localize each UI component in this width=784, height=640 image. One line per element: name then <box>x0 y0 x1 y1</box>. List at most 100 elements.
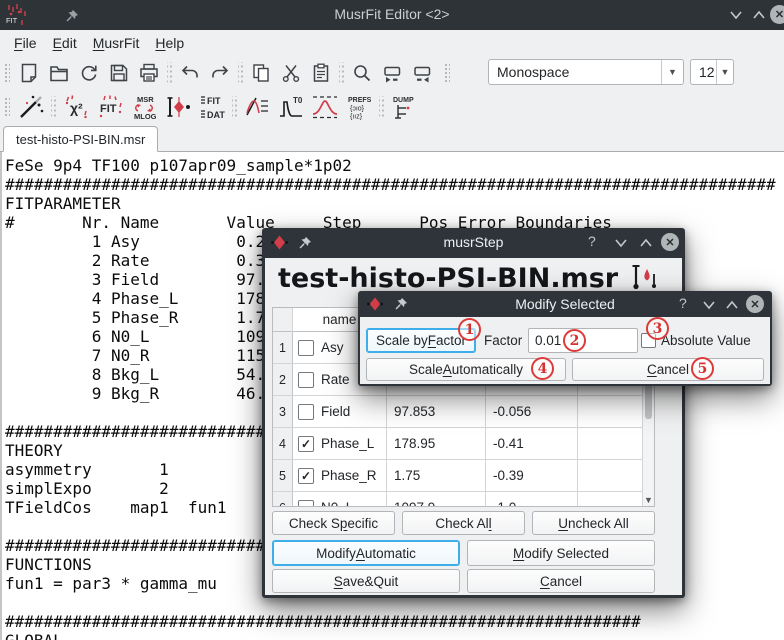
musr-dump-button[interactable]: DUMP <box>387 92 421 122</box>
maximize-window-icon[interactable] <box>639 237 653 249</box>
musr-step-icon <box>164 93 192 121</box>
shade-window-icon[interactable] <box>614 237 628 249</box>
menu-edit[interactable]: Edit <box>45 32 85 54</box>
musr-wizard-button[interactable] <box>14 92 48 122</box>
fourier-peak-icon <box>311 93 339 121</box>
row-checkbox[interactable]: ✓ <box>298 468 314 484</box>
table-row[interactable]: 6 N0_L 1097.9 -1.0 <box>273 492 643 507</box>
toolbar-separator <box>167 62 172 84</box>
factor-label: Factor <box>484 328 522 353</box>
font-size-select[interactable]: 12 ▼ <box>690 59 734 85</box>
save-file-button[interactable] <box>104 58 134 88</box>
paste-icon <box>310 62 332 84</box>
svg-text:χ²: χ² <box>70 100 83 116</box>
find-button[interactable] <box>347 58 377 88</box>
chevron-down-icon: ▼ <box>716 60 733 84</box>
modify-automatic-button[interactable]: Modify Automatic <box>272 540 460 566</box>
help-icon[interactable]: ? <box>679 295 687 311</box>
find-previous-button[interactable] <box>407 58 437 88</box>
open-file-button[interactable] <box>44 58 74 88</box>
calc-chisq-button[interactable]: χ² <box>59 92 93 122</box>
search-icon <box>351 62 373 84</box>
close-dialog-icon[interactable]: ✕ <box>661 233 679 251</box>
toolbar-drag-handle[interactable] <box>443 62 450 84</box>
tabbar: test-histo-PSI-BIN.msr <box>0 124 784 152</box>
open-folder-icon <box>48 62 70 84</box>
param-name: Phase_R <box>321 468 377 483</box>
annotation-badge-4: 4 <box>531 357 554 380</box>
shade-window-icon[interactable] <box>729 9 743 21</box>
svg-text:FIT: FIT <box>207 96 221 106</box>
menu-file[interactable]: File <box>6 32 45 54</box>
window-title: MusrFit Editor <2> <box>0 6 784 22</box>
row-checkbox[interactable] <box>298 340 314 356</box>
tab-msr-file[interactable]: test-histo-PSI-BIN.msr <box>3 126 158 152</box>
msr2dat-button[interactable]: FIT DAT <box>195 92 229 122</box>
step-cancel-button[interactable]: Cancel <box>467 569 655 593</box>
menu-help[interactable]: Help <box>147 32 192 54</box>
msr2dat-icon: FIT DAT <box>198 93 226 121</box>
toolbar-drag-handle[interactable] <box>3 62 10 84</box>
close-dialog-icon[interactable]: ✕ <box>746 295 764 313</box>
musr-ft-button[interactable] <box>308 92 342 122</box>
check-mark: ✓ <box>301 437 311 451</box>
row-checkbox[interactable] <box>298 404 314 420</box>
copy-icon <box>250 62 272 84</box>
cut-icon <box>280 62 302 84</box>
close-window-icon[interactable]: ✕ <box>770 5 784 24</box>
save-quit-button[interactable]: Save&Quit <box>272 569 460 593</box>
modify-selected-button[interactable]: Modify Selected <box>467 540 655 566</box>
main-toolbar: Monospace ▼ 12 ▼ <box>0 56 784 90</box>
redo-button[interactable] <box>205 58 235 88</box>
toolbar-separator <box>232 96 237 118</box>
copy-button[interactable] <box>246 58 276 88</box>
maximize-window-icon[interactable] <box>725 299 739 311</box>
msr-mlog-swap-icon: MSR MLOG <box>130 93 158 121</box>
font-size-value: 12 <box>691 64 716 80</box>
row-checkbox[interactable] <box>298 372 314 388</box>
row-number: 4 <box>273 428 293 460</box>
musr-prefs-button[interactable]: PREFS {ɔıo} {ıız} <box>342 92 376 122</box>
table-row[interactable]: 4 ✓Phase_L 178.95 -0.41 <box>273 428 643 460</box>
param-value: 1.75 <box>387 460 486 492</box>
musrt0-button[interactable]: T0 <box>274 92 308 122</box>
cut-button[interactable] <box>276 58 306 88</box>
reload-file-button[interactable] <box>74 58 104 88</box>
print-button[interactable] <box>134 58 164 88</box>
screen: { "window": { "title": "MusrFit Editor <… <box>0 0 784 640</box>
font-family-select[interactable]: Monospace ▼ <box>488 59 684 85</box>
menu-musrfit[interactable]: MusrFit <box>85 32 148 54</box>
extra-cell <box>578 460 643 492</box>
undo-button[interactable] <box>175 58 205 88</box>
uncheck-all-button[interactable]: Uncheck All <box>532 511 655 535</box>
extra-cell <box>578 396 643 428</box>
check-all-button[interactable]: Check All <box>402 511 525 535</box>
musr-step-button[interactable] <box>161 92 195 122</box>
new-file-button[interactable] <box>14 58 44 88</box>
svg-text:T0: T0 <box>293 96 303 105</box>
help-icon[interactable]: ? <box>588 233 596 249</box>
shade-window-icon[interactable] <box>702 299 716 311</box>
musrfit-button[interactable]: FIT <box>93 92 127 122</box>
row-checkbox[interactable]: ✓ <box>298 436 314 452</box>
prefs-icon: PREFS {ɔıo} {ıız} <box>345 93 373 121</box>
row-number: 1 <box>273 332 293 364</box>
modify-selected-dialog: Modify Selected ? ✕ Scale by Factor Fact… <box>358 291 772 386</box>
scroll-down-icon[interactable]: ▼ <box>643 495 654 505</box>
check-specific-button[interactable]: Check Specific <box>272 511 395 535</box>
paste-button[interactable] <box>306 58 336 88</box>
maximize-window-icon[interactable] <box>752 9 766 21</box>
musrview-button[interactable] <box>240 92 274 122</box>
find-next-button[interactable] <box>377 58 407 88</box>
param-name: N0_L <box>321 500 353 507</box>
swap-msr-mlog-button[interactable]: MSR MLOG <box>127 92 161 122</box>
param-step: -0.39 <box>486 460 578 492</box>
table-row[interactable]: 5 ✓Phase_R 1.75 -0.39 <box>273 460 643 492</box>
find-previous-icon <box>411 62 433 84</box>
modify-cancel-button[interactable]: Cancel <box>572 358 764 381</box>
toolbar-drag-handle[interactable] <box>3 96 10 118</box>
row-checkbox[interactable] <box>298 500 314 508</box>
annotation-badge-2: 2 <box>563 329 586 352</box>
musrt0-icon: T0 <box>277 93 305 121</box>
table-row[interactable]: 3 Field 97.853 -0.056 <box>273 396 643 428</box>
